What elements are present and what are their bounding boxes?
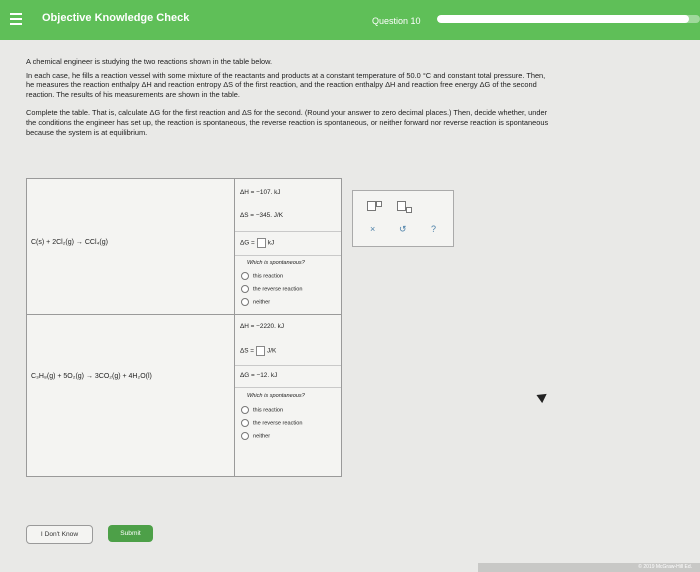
answer-cell: ΔH = −107. kJ ΔS = −345. J/K ΔG = kJ Whic… [235, 179, 341, 314]
divider [235, 387, 341, 388]
radio-button[interactable] [241, 298, 249, 306]
spontaneous-question: Which is spontaneous? [247, 260, 305, 266]
help-icon[interactable]: ? [431, 224, 436, 234]
enthalpy-value: ΔH = −107. kJ [240, 189, 281, 196]
radio-this-reaction[interactable]: this reaction [241, 272, 283, 280]
copyright-text: © 2019 McGraw-Hill Ed. [638, 564, 692, 570]
main-content: A chemical engineer is studying the two … [0, 40, 700, 572]
reaction-table: C(s) + 2Cl₂(g) → CCl₄(g) ΔH = −107. kJ Δ… [26, 178, 342, 477]
menu-icon[interactable] [10, 13, 22, 25]
divider [235, 365, 341, 366]
spontaneous-question: Which is spontaneous? [247, 393, 305, 399]
intro-line: Complete the table. That is, calculate Δ… [26, 108, 548, 118]
undo-icon[interactable]: ↺ [399, 224, 407, 235]
reaction-cell: C₃H₈(g) + 5O₂(g) → 3CO₂(g) + 4H₂O(l) [27, 315, 235, 476]
math-toolbox: × ↺ ? [352, 190, 454, 247]
intro-line: A chemical engineer is studying the two … [26, 57, 273, 66]
radio-button[interactable] [241, 406, 249, 414]
subscript-tool-icon[interactable] [397, 201, 412, 213]
table-row: C(s) + 2Cl₂(g) → CCl₄(g) ΔH = −107. kJ Δ… [27, 179, 341, 315]
entropy-input[interactable] [256, 346, 266, 356]
progress-fill [437, 15, 690, 23]
intro-line: because the system is at equilibrium. [26, 127, 148, 137]
free-energy-value: ΔG = −12. kJ [240, 372, 278, 379]
enthalpy-value: ΔH = −2220. kJ [240, 323, 285, 330]
divider [235, 231, 341, 232]
submit-button[interactable]: Submit [108, 525, 153, 542]
question-label: Question 10 [372, 16, 421, 26]
radio-reverse-reaction[interactable]: the reverse reaction [241, 285, 302, 293]
divider [235, 255, 341, 256]
radio-button[interactable] [241, 285, 249, 293]
footer-bar: © 2019 McGraw-Hill Ed. [478, 563, 700, 572]
problem-text: A chemical engineer is studying the two … [26, 57, 698, 141]
entropy-line: ΔS = J/K [240, 346, 277, 356]
progress-bar [437, 15, 700, 23]
top-bar: Objective Knowledge Check Question 10 [0, 0, 700, 40]
answer-cell: ΔH = −2220. kJ ΔS = J/K ΔG = −12. kJ Whic… [235, 315, 341, 476]
intro-line: the conditions the engineer has set up, … [26, 117, 549, 127]
radio-neither[interactable]: neither [241, 432, 270, 440]
mouse-cursor-icon [536, 389, 550, 404]
entropy-value: ΔS = −345. J/K [240, 212, 283, 219]
reaction-equation: C(s) + 2Cl₂(g) → CCl₄(g) [31, 239, 108, 246]
clear-icon[interactable]: × [370, 224, 375, 234]
table-row: C₃H₈(g) + 5O₂(g) → 3CO₂(g) + 4H₂O(l) ΔH … [27, 315, 341, 476]
app-title: Objective Knowledge Check [42, 12, 190, 24]
intro-line: In each case, he fills a reaction vessel… [26, 70, 546, 80]
radio-button[interactable] [241, 272, 249, 280]
intro-line: he measures the reaction enthalpy ΔH and… [26, 80, 537, 90]
dont-know-button[interactable]: I Don't Know [26, 525, 93, 544]
radio-neither[interactable]: neither [241, 298, 270, 306]
radio-reverse-reaction[interactable]: the reverse reaction [241, 419, 302, 427]
radio-this-reaction[interactable]: this reaction [241, 406, 283, 414]
free-energy-line: ΔG = kJ [240, 238, 275, 248]
reaction-equation: C₃H₈(g) + 5O₂(g) → 3CO₂(g) + 4H₂O(l) [31, 373, 152, 380]
free-energy-input[interactable] [256, 238, 266, 248]
reaction-cell: C(s) + 2Cl₂(g) → CCl₄(g) [27, 179, 235, 314]
radio-button[interactable] [241, 432, 249, 440]
superscript-tool-icon[interactable] [367, 201, 382, 213]
intro-line: reaction. The results of his measurement… [26, 89, 240, 99]
radio-button[interactable] [241, 419, 249, 427]
